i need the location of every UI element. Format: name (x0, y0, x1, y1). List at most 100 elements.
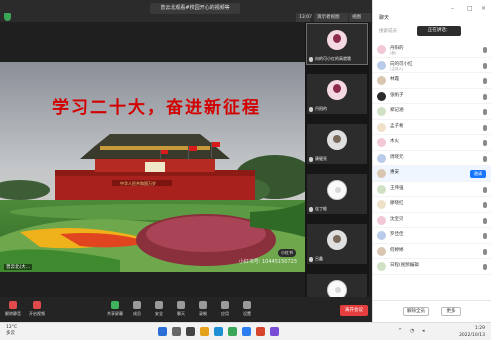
list-item[interactable]: 郑记涵 (373, 104, 491, 120)
list-item[interactable]: 林霞 (373, 73, 491, 89)
share-screen-button[interactable]: 共享屏幕 (104, 301, 126, 321)
apps-label: 应用 (221, 311, 229, 316)
participant-name: 孟子希 (390, 123, 404, 129)
record-button[interactable]: 录制 (192, 301, 214, 321)
security-button[interactable]: 安全 (148, 301, 170, 321)
wechat-icon[interactable] (228, 327, 237, 336)
participant-tiles: 向的可小红的高就哦 丹阳的 康健亮 连丁能 吕鑫 彭朗 (305, 22, 369, 322)
tray-chevron-icon[interactable]: ^ (398, 328, 402, 334)
unmute-all-button[interactable]: 解除全员 (403, 307, 429, 316)
participant-name: 王伟强 (390, 185, 404, 191)
mic-off-icon (309, 207, 313, 212)
members-button[interactable]: 成员 (126, 301, 148, 321)
participant-tile[interactable]: 吕鑫 (307, 224, 367, 264)
participant-tile[interactable]: 康健亮 (307, 124, 367, 164)
participant-name: 木火 (390, 139, 399, 144)
participant-name: 何婷婷 (390, 247, 404, 253)
speaker-view-button[interactable]: 演示者视图 (314, 13, 348, 22)
speaking-tab[interactable]: 正在讲话： (417, 26, 461, 36)
record-icon (199, 301, 207, 309)
shield-icon[interactable] (4, 13, 11, 21)
avatar (377, 91, 386, 101)
mic-off-icon[interactable] (483, 155, 487, 162)
participant-tile[interactable]: 连丁能 (307, 174, 367, 214)
maximize-icon[interactable]: □ (467, 5, 473, 12)
mic-off-icon[interactable] (483, 62, 487, 69)
explorer-icon[interactable] (200, 327, 209, 336)
mic-off-icon[interactable] (483, 109, 487, 115)
list-item[interactable]: 向的可小红 (主持人) (373, 58, 491, 73)
participant-tile[interactable]: 丹阳的 (307, 74, 367, 114)
participant-list: 丹阳的 (我) 向的可小红 (主持人) 林霞 张帆子 郑记涵 孟子希 木火 周晓元 … (373, 42, 491, 275)
members-icon (133, 301, 141, 309)
apps-button[interactable]: 应用 (214, 301, 236, 321)
shared-screen: 中华人民共和国万岁 学习二十大，奋进新征程 小红书 小红书号: 10445150… (0, 62, 305, 272)
list-item[interactable]: 廖晓红 (373, 197, 491, 213)
app-icon[interactable] (270, 327, 279, 336)
system-clock[interactable]: 1:29 2022/10/13 (459, 325, 485, 339)
search-icon[interactable] (172, 327, 181, 336)
start-icon[interactable] (158, 327, 167, 336)
more-button[interactable]: 更多 (441, 307, 461, 316)
settings-button[interactable]: 设置 (236, 301, 258, 321)
list-item[interactable]: 王伟强 (373, 182, 491, 197)
avatar (377, 231, 386, 240)
mic-off-icon[interactable] (483, 186, 487, 193)
list-item[interactable]: 周晓元 (373, 151, 491, 166)
avatar (377, 138, 386, 147)
list-item[interactable]: 罗佳佳 (373, 228, 491, 244)
list-item[interactable]: 木火 (373, 135, 491, 151)
edge-icon[interactable] (214, 327, 223, 336)
mic-off-icon[interactable] (483, 264, 487, 270)
wifi-icon[interactable]: ◔ (410, 328, 414, 334)
leave-meeting-button[interactable]: 离开会议 (340, 305, 368, 316)
clock-time: 1:29 (474, 326, 485, 331)
view-button[interactable]: 视图 (349, 13, 371, 22)
mic-off-icon[interactable] (483, 78, 487, 84)
mic-off-icon[interactable] (483, 202, 487, 208)
close-icon[interactable]: × (481, 5, 486, 12)
avatar (327, 180, 347, 200)
meeting-timer: 13:07 (296, 13, 312, 22)
list-item[interactable]: 张帆子 (373, 89, 491, 104)
list-item[interactable]: 何婷婷 (373, 244, 491, 259)
panel-title: 聊天 (379, 15, 390, 21)
meeting-window: 曾云北观看#校园开心的视频等 13:07 演示者视图 视图 中华人民共和国万岁 … (0, 0, 372, 322)
avatar (377, 246, 386, 256)
participant-name: 郑记涵 (390, 108, 404, 113)
mic-off-icon (309, 257, 313, 262)
mic-off-icon[interactable] (483, 124, 487, 131)
app-icon[interactable] (256, 327, 265, 336)
avatar (377, 215, 386, 225)
mic-off-icon[interactable] (483, 217, 487, 224)
search-input[interactable]: 搜索成员 (379, 27, 415, 36)
list-item[interactable]: 丹阳的 (我) (373, 42, 491, 58)
avatar (377, 45, 386, 54)
meeting-title: 曾云北观看#校园开心的视频等 (150, 3, 240, 14)
mic-off-icon (309, 157, 313, 162)
participant-name: 沈宝贝 (390, 216, 404, 222)
participant-tile[interactable]: 向的可小红的高就哦 (306, 23, 368, 65)
mic-off-icon[interactable] (483, 248, 487, 255)
participant-name: 廖晓红 (390, 201, 404, 206)
weather-widget[interactable]: 12°C 多云 (6, 325, 17, 337)
mic-off-icon[interactable] (483, 233, 487, 239)
mic-off-icon[interactable] (483, 47, 487, 53)
chat-button[interactable]: 聊天 (170, 301, 192, 321)
mic-off-icon[interactable] (483, 140, 487, 146)
list-item[interactable]: 惠安 邀请 (373, 166, 491, 182)
video-button[interactable]: 开启视频 (26, 301, 48, 321)
list-item[interactable]: 日程(视频编辑 (373, 259, 491, 275)
meeting-app-icon[interactable] (242, 327, 251, 336)
participant-name: 林霞 (390, 77, 399, 82)
list-item[interactable]: 沈宝贝 (373, 213, 491, 228)
minimize-icon[interactable]: – (451, 5, 454, 12)
participant-name: 罗佳佳 (390, 232, 404, 237)
mic-off-icon[interactable] (483, 93, 487, 100)
list-item[interactable]: 孟子希 (373, 120, 491, 135)
invite-button[interactable]: 邀请 (470, 170, 486, 178)
volume-icon[interactable]: ◂ (422, 328, 425, 334)
avatar (377, 153, 386, 163)
mute-button[interactable]: 解除静音 (2, 301, 24, 321)
task-view-icon[interactable] (186, 327, 195, 336)
